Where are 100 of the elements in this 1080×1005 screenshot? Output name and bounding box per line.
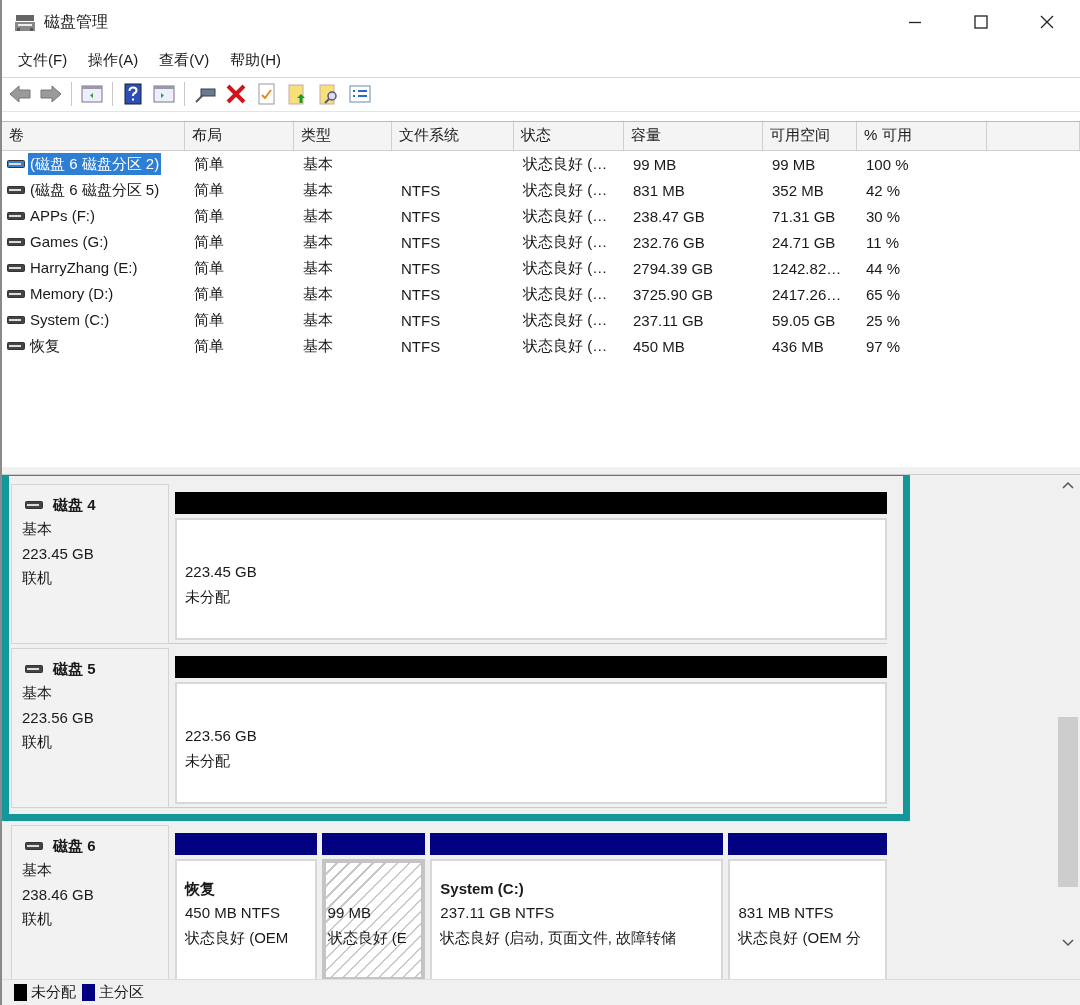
type-cell-text: 基本 [302, 336, 334, 356]
drive-icon [25, 500, 43, 509]
disk-name: 磁盘 6 [53, 835, 96, 856]
drive-icon [7, 316, 25, 325]
file-system-cell-text: NTFS [400, 259, 442, 277]
status-cell-text: 状态良好 (… [522, 258, 609, 278]
percent-free-cell-text: 65 % [865, 285, 902, 303]
capacity-cell-text: 237.11 GB [632, 311, 705, 329]
legend-label: 主分区 [99, 983, 144, 1003]
disk-type: 基本 [22, 519, 53, 540]
volume-name[interactable]: (磁盘 6 磁盘分区 2) [28, 153, 162, 176]
disk-info-panel[interactable]: 磁盘 5 基本 223.56 GB 联机 [11, 647, 169, 808]
volume-name[interactable]: HarryZhang (E:) [28, 257, 140, 280]
column-header[interactable]: 状态 [514, 122, 624, 151]
partition-block[interactable]: 831 MB NTFS 状态良好 (OEM 分 [728, 858, 887, 980]
disk-type: 基本 [22, 860, 53, 881]
percent-free-cell-text: 30 % [865, 207, 902, 225]
status-cell-text: 状态良好 (… [522, 310, 609, 330]
drive-icon [7, 186, 25, 195]
percent-free-cell-text: 97 % [865, 337, 902, 355]
disk-status: 联机 [22, 568, 53, 589]
partition-info: 状态良好 (OEM 分 [738, 927, 862, 948]
capacity-cell-text: 831 MB [632, 181, 686, 199]
status-cell-text: 状态良好 (… [522, 180, 609, 200]
free-space-cell-text: 352 MB [771, 181, 825, 199]
menu-item[interactable]: 操作(A) [80, 51, 147, 71]
type-cell-text: 基本 [302, 310, 334, 330]
file-system-cell-text: NTFS [400, 285, 442, 303]
drive-icon [25, 841, 43, 850]
partition-block[interactable]: System (C:) 237.11 GB NTFS 状态良好 (启动, 页面文件, 故障转储 [430, 858, 724, 980]
layout-cell-text: 简单 [193, 206, 225, 226]
layout-cell-text: 简单 [193, 180, 225, 200]
drive-icon [7, 342, 25, 351]
column-header[interactable]: 文件系统 [392, 122, 514, 151]
partition-info: 223.56 GB [185, 726, 258, 747]
partition-info: 450 MB NTFS [185, 903, 282, 924]
partition-info: 223.45 GB [185, 562, 258, 583]
type-cell-text: 基本 [302, 258, 334, 278]
type-cell-text: 基本 [302, 154, 334, 174]
drive-icon [7, 160, 25, 169]
menu-item[interactable]: 文件(F) [10, 51, 76, 71]
free-space-cell-text: 59.05 GB [771, 311, 837, 329]
free-space-cell-text: 99 MB [771, 155, 817, 173]
legend-label: 未分配 [31, 983, 76, 1003]
type-cell-text: 基本 [302, 232, 334, 252]
file-system-cell-text: NTFS [400, 337, 442, 355]
partition-block[interactable]: 99 MB 状态良好 (E [321, 858, 426, 980]
percent-free-cell-text: 44 % [865, 259, 902, 277]
disk-info-panel[interactable]: 磁盘 4 基本 223.45 GB 联机 [11, 483, 169, 644]
menu-item[interactable]: 帮助(H) [222, 51, 289, 71]
layout-cell-text: 简单 [193, 258, 225, 278]
disk-info-panel[interactable]: 磁盘 6 基本 238.46 GB 联机 [11, 824, 169, 980]
volume-name[interactable]: Memory (D:) [28, 283, 116, 306]
partition-block[interactable]: 223.45 GB 未分配 [175, 517, 887, 640]
column-header[interactable]: 布局 [185, 122, 294, 151]
column-header[interactable]: 容量 [624, 122, 763, 151]
partition-info: 状态良好 (E [327, 927, 408, 948]
volume-name[interactable]: (磁盘 6 磁盘分区 5) [28, 179, 162, 202]
layout-cell-text: 简单 [193, 310, 225, 330]
file-system-cell-text: NTFS [400, 207, 442, 225]
type-cell-text: 基本 [302, 180, 334, 200]
partition-info: 237.11 GB NTFS [440, 903, 556, 924]
partition-block[interactable]: 223.56 GB 未分配 [175, 681, 887, 804]
column-header[interactable]: % 可用 [857, 122, 987, 151]
drive-icon [25, 664, 43, 673]
capacity-cell-text: 238.47 GB [632, 207, 706, 225]
type-cell-text: 基本 [302, 284, 334, 304]
percent-free-cell-text: 25 % [865, 311, 902, 329]
drive-icon [7, 290, 25, 299]
volume-name[interactable]: System (C:) [28, 309, 112, 332]
volume-name[interactable]: APPs (F:) [28, 205, 97, 228]
column-header[interactable]: 卷 [2, 122, 185, 151]
column-header[interactable]: 可用空间 [763, 122, 857, 151]
free-space-cell-text: 1242.82… [771, 259, 843, 277]
window-title: 磁盘管理 [44, 12, 109, 32]
disk-size: 223.56 GB [22, 707, 95, 728]
disk-size: 223.45 GB [22, 543, 95, 564]
column-header[interactable]: 类型 [294, 122, 392, 151]
partition-info: 831 MB NTFS [738, 903, 835, 924]
partition-info: 状态良好 (启动, 页面文件, 故障转储 [440, 927, 678, 948]
capacity-cell-text: 2794.39 GB [632, 259, 715, 277]
capacity-cell-text: 99 MB [632, 155, 678, 173]
file-system-cell-text: NTFS [400, 233, 442, 251]
menu-item[interactable]: 查看(V) [151, 51, 218, 71]
layout-cell-text: 简单 [193, 336, 225, 356]
scrollbar-thumb[interactable] [1058, 716, 1078, 887]
partition-block[interactable]: 恢复 450 MB NTFS 状态良好 (OEM [175, 858, 317, 980]
partition-info: 状态良好 (OEM [185, 927, 290, 948]
status-cell-text: 状态良好 (… [522, 336, 609, 356]
capacity-cell-text: 3725.90 GB [632, 285, 715, 303]
file-system-cell-text: NTFS [400, 311, 442, 329]
drive-icon [7, 264, 25, 273]
drive-icon [7, 212, 25, 221]
volume-name[interactable]: 恢复 [28, 335, 62, 358]
partition-label: 恢复 [185, 878, 216, 899]
partition-info: 未分配 [185, 750, 231, 771]
partition-info: 99 MB [327, 903, 372, 924]
volume-name[interactable]: Games (G:) [28, 231, 111, 254]
help-icon[interactable] [121, 82, 145, 107]
disk-size: 238.46 GB [22, 884, 95, 905]
